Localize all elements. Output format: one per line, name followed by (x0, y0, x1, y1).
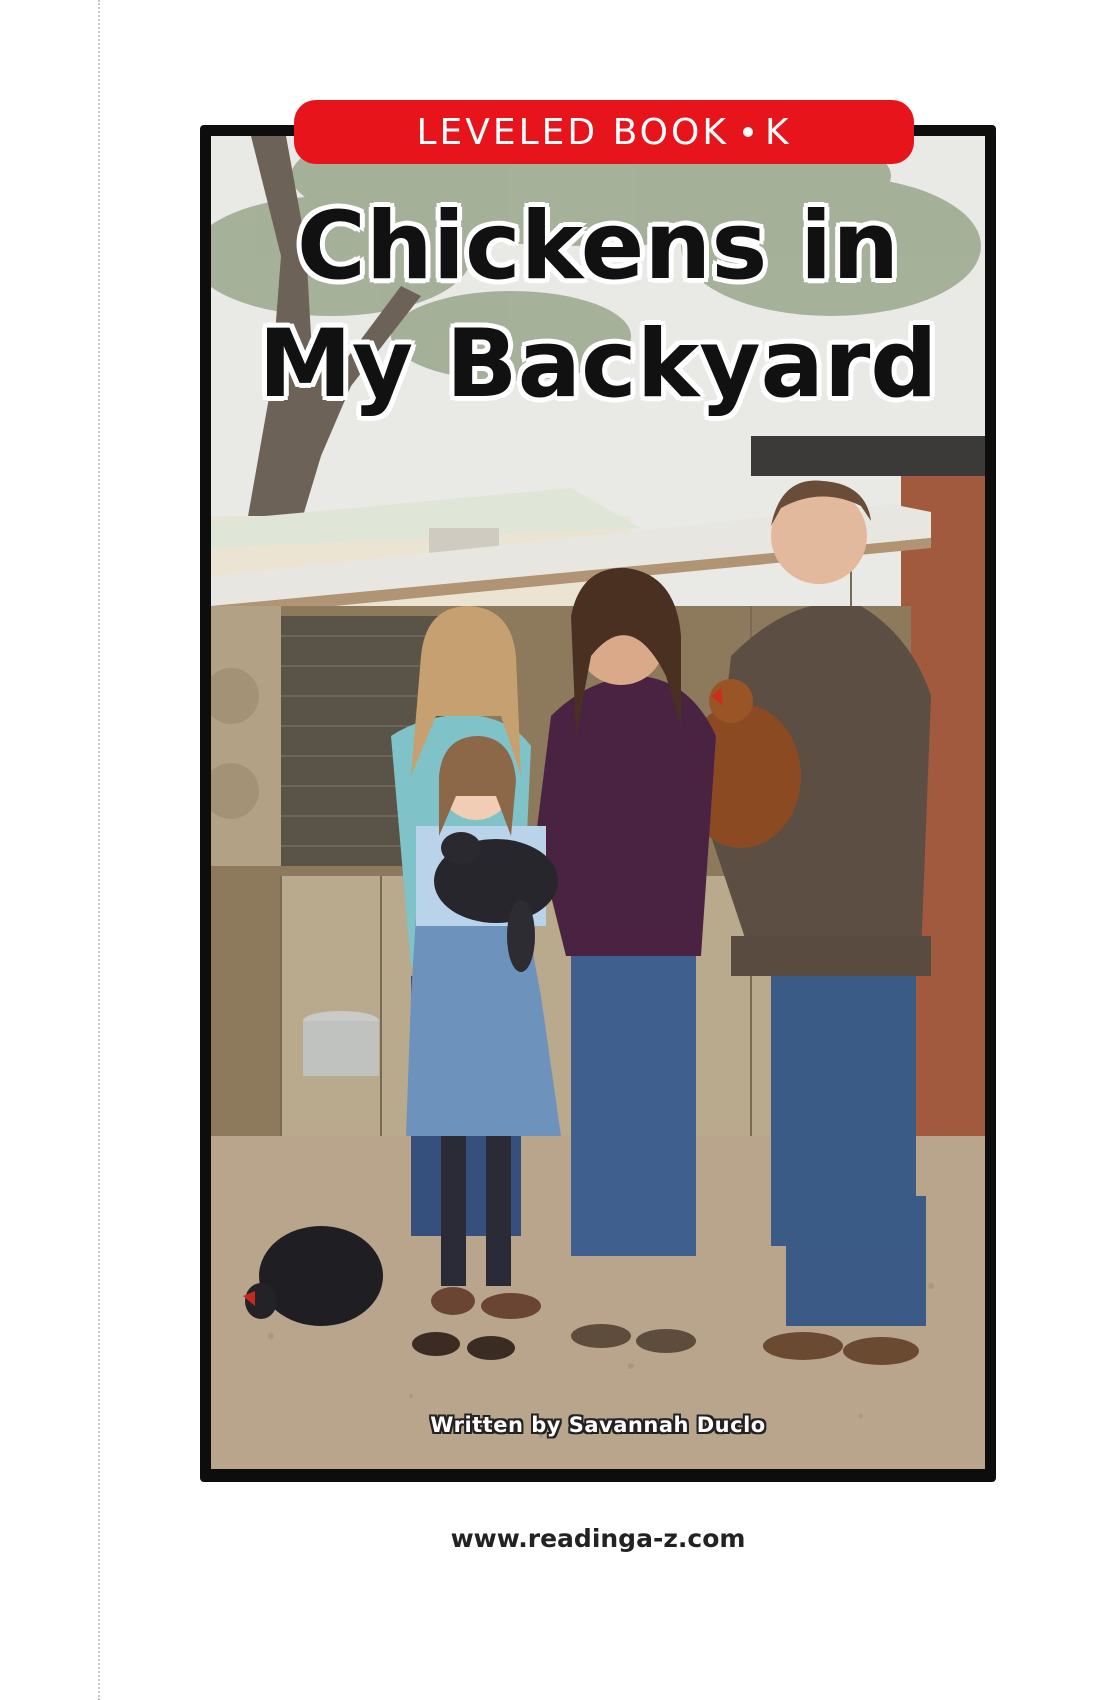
author-credit: Written by Savannah Duclo (430, 1413, 766, 1437)
book-title: Chickens in My Backyard (200, 188, 996, 424)
level-label: LEVELED BOOK (416, 111, 729, 153)
title-line-1: Chickens in (296, 192, 900, 301)
level-letter: K (764, 111, 792, 153)
leveled-book-badge: LEVELED BOOK K (294, 100, 914, 164)
page-edge-line (98, 0, 100, 1700)
bullet-icon (742, 127, 753, 137)
title-line-2: My Backyard (258, 310, 938, 419)
website-url: www.readinga-z.com (450, 1524, 746, 1553)
